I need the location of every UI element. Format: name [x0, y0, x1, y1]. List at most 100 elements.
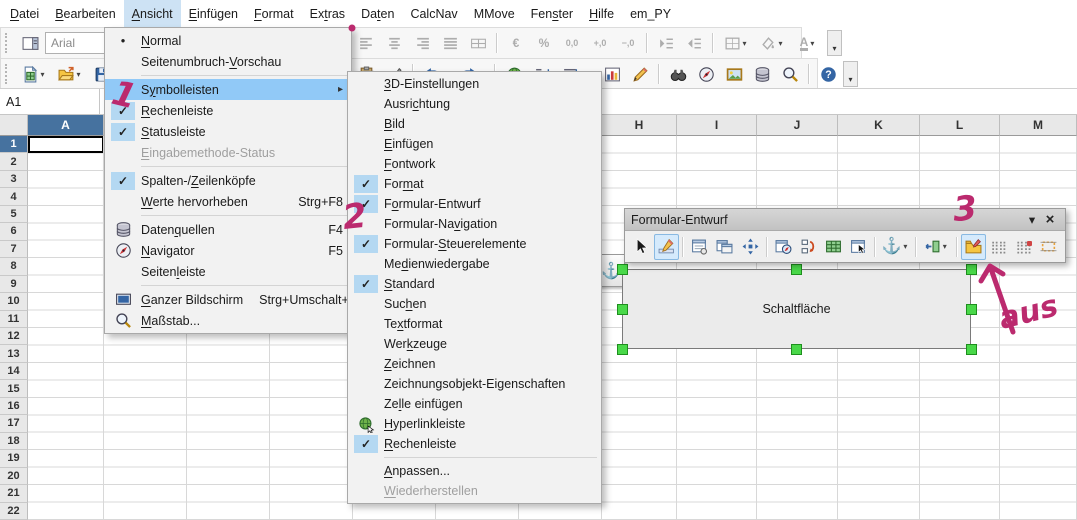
menubar-item-hilfe[interactable]: Hilfe [581, 0, 622, 27]
row-header-10[interactable]: 10 [0, 293, 28, 310]
menubar-item-fenster[interactable]: Fenster [523, 0, 581, 27]
merge-cells-button[interactable] [465, 30, 491, 56]
open-in-design-mode-button[interactable] [961, 234, 986, 260]
control-properties-button[interactable] [687, 234, 712, 260]
menu-item-werkzeuge[interactable]: Werkzeuge [348, 334, 601, 354]
row-header-11[interactable]: 11 [0, 311, 28, 328]
menubar-item-bearbeiten[interactable]: Bearbeiten [47, 0, 123, 27]
dropdown-arrow-icon[interactable]: ▾ [39, 70, 47, 79]
menu-item-seitenumbruch-vorschau[interactable]: Seitenumbruch-Vorschau [105, 51, 351, 72]
menu-item-formular-navigation[interactable]: Formular-Navigation [348, 214, 601, 234]
menu-item-navigator[interactable]: NavigatorF5 [105, 240, 351, 261]
increase-indent-button[interactable] [653, 30, 679, 56]
currency-format-button[interactable]: € [503, 30, 529, 56]
dropdown-arrow-icon[interactable]: ▾ [75, 70, 83, 79]
row-header-3[interactable]: 3 [0, 171, 28, 188]
select-button[interactable] [629, 234, 654, 260]
menu-item-rechenleiste[interactable]: ✓Rechenleiste [105, 100, 351, 121]
anchor-button[interactable]: ⚓▾ [879, 234, 912, 260]
align-left-button[interactable] [353, 30, 379, 56]
menu-item-ganzer-bildschirm[interactable]: Ganzer BildschirmStrg+Umschalt+J [105, 289, 351, 310]
row-header-19[interactable]: 19 [0, 450, 28, 467]
snap-to-grid-button[interactable]: ⣿⣿ [1011, 234, 1036, 260]
data-sources-button[interactable] [749, 61, 775, 87]
column-header-m[interactable]: M [1000, 115, 1077, 136]
add-decimal-button[interactable]: +,0 [587, 30, 613, 56]
selection-handle[interactable] [966, 304, 977, 315]
row-header-18[interactable]: 18 [0, 433, 28, 450]
dropdown-arrow-icon[interactable]: ▾ [777, 39, 785, 48]
dropdown-arrow-icon[interactable]: ▾ [808, 39, 816, 48]
font-color-button[interactable]: A▾ [791, 30, 825, 56]
selection-handle[interactable] [617, 304, 628, 315]
menu-item-symbolleisten[interactable]: Symbolleisten▸ [105, 79, 351, 100]
form-push-button[interactable]: Schaltfläche [622, 269, 971, 349]
row-header-1[interactable]: 1 [0, 136, 28, 153]
row-header-22[interactable]: 22 [0, 503, 28, 520]
toolbar-overflow-button[interactable]: ▾ [827, 30, 842, 56]
selection-handle[interactable] [791, 264, 802, 275]
column-header-j[interactable]: J [757, 115, 838, 136]
alignment-button[interactable]: ▾ [920, 234, 953, 260]
column-header-h[interactable]: H [602, 115, 677, 136]
open-file-button[interactable]: ▾ [53, 61, 87, 87]
column-header-l[interactable]: L [920, 115, 1000, 136]
dropdown-arrow-icon[interactable]: ▾ [941, 242, 949, 251]
menu-item-zeichnen[interactable]: Zeichnen [348, 354, 601, 374]
new-document-button[interactable]: ▾ [17, 61, 51, 87]
menubar-item-em-py[interactable]: em_PY [622, 0, 679, 27]
activation-order-button[interactable] [796, 234, 821, 260]
selection-handle[interactable] [966, 264, 977, 275]
menu-item-einf-gen[interactable]: Einfügen [348, 134, 601, 154]
automatic-control-focus-button[interactable] [846, 234, 871, 260]
helplines-while-moving-button[interactable] [1036, 234, 1061, 260]
align-justify-button[interactable] [437, 30, 463, 56]
menubar-item-extras[interactable]: Extras [302, 0, 353, 27]
cell-reference-box[interactable]: A1 [0, 89, 100, 114]
menubar-item-ansicht[interactable]: Ansicht [124, 0, 181, 27]
toolbar-grip[interactable] [5, 33, 12, 53]
menu-item-hyperlinkleiste[interactable]: Hyperlinkleiste [348, 414, 601, 434]
add-field-button[interactable] [821, 234, 846, 260]
borders-button[interactable]: ▾ [719, 30, 753, 56]
menu-item-werte-hervorheben[interactable]: Werte hervorhebenStrg+F8 [105, 191, 351, 212]
menu-item-fontwork[interactable]: Fontwork [348, 154, 601, 174]
menu-item-anpassen[interactable]: Anpassen... [348, 461, 601, 481]
close-icon[interactable]: × [1041, 211, 1059, 228]
menubar-item-mmove[interactable]: MMove [466, 0, 523, 27]
row-header-8[interactable]: 8 [0, 258, 28, 275]
sidebar-button[interactable] [17, 30, 43, 56]
row-header-21[interactable]: 21 [0, 485, 28, 502]
menubar-item-daten[interactable]: Daten [353, 0, 402, 27]
menu-item-format[interactable]: ✓Format [348, 174, 601, 194]
cell-cursor-a1[interactable] [28, 136, 104, 153]
menu-item-spalten-zeilenk-pfe[interactable]: ✓Spalten-/Zeilenköpfe [105, 170, 351, 191]
selection-handle[interactable] [617, 344, 628, 355]
row-header-20[interactable]: 20 [0, 468, 28, 485]
selection-handle[interactable] [791, 344, 802, 355]
row-header-4[interactable]: 4 [0, 188, 28, 205]
help-button[interactable]: ? [815, 61, 841, 87]
standard-format-button[interactable]: 0,0 [559, 30, 585, 56]
align-center-button[interactable] [381, 30, 407, 56]
draw-functions-button[interactable] [627, 61, 653, 87]
column-header-k[interactable]: K [838, 115, 920, 136]
row-header-16[interactable]: 16 [0, 398, 28, 415]
form-based-filters-button[interactable] [771, 234, 796, 260]
navigator-button[interactable] [693, 61, 719, 87]
row-header-13[interactable]: 13 [0, 345, 28, 362]
row-header-17[interactable]: 17 [0, 415, 28, 432]
delete-decimal-button[interactable]: −,0 [615, 30, 641, 56]
menu-item-datenquellen[interactable]: DatenquellenF4 [105, 219, 351, 240]
menubar-item-format[interactable]: Format [246, 0, 302, 27]
zoom-button[interactable] [777, 61, 803, 87]
selection-handle[interactable] [966, 344, 977, 355]
dropdown-arrow-icon[interactable]: ▾ [741, 39, 749, 48]
menu-item-formular-steuerelemente[interactable]: ✓Formular-Steuerelemente [348, 234, 601, 254]
menu-item-3d-einstellungen[interactable]: 3D-Einstellungen [348, 74, 601, 94]
gallery-button[interactable] [721, 61, 747, 87]
display-grid-button[interactable]: ⣿⣿ [986, 234, 1011, 260]
find-replace-button[interactable] [665, 61, 691, 87]
menu-item-zelle-einf-gen[interactable]: Zelle einfügen [348, 394, 601, 414]
background-color-button[interactable]: ▾ [755, 30, 789, 56]
